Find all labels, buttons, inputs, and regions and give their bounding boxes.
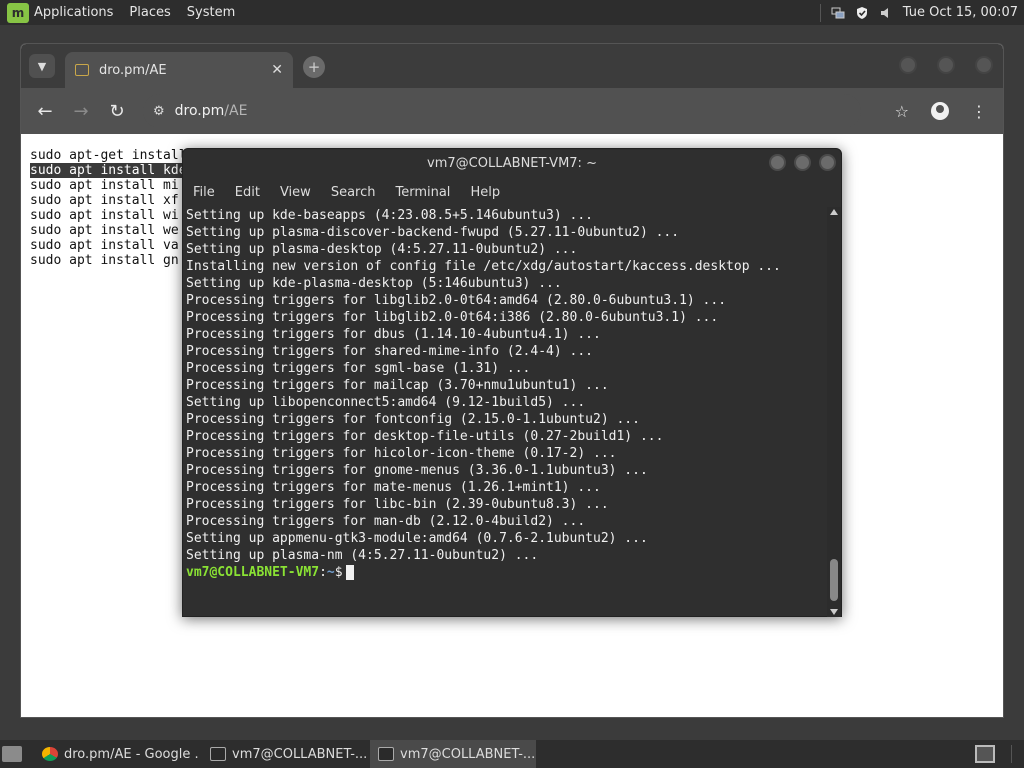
taskbar-item-label: vm7@COLLABNET-... [232, 746, 368, 762]
chrome-icon [42, 747, 58, 761]
bookmark-star-icon[interactable]: ☆ [895, 102, 909, 121]
menu-kebab-icon[interactable]: ⋮ [971, 102, 987, 121]
scroll-down-arrow-icon[interactable] [830, 609, 838, 615]
terminal-line: Processing triggers for mailcap (3.70+nm… [186, 378, 609, 393]
terminal-icon [210, 747, 226, 761]
minimize-button[interactable] [899, 56, 917, 74]
terminal-minimize-button[interactable] [769, 154, 786, 171]
menu-view[interactable]: View [280, 185, 311, 200]
terminal-line: Processing triggers for sgml-base (1.31)… [186, 361, 531, 376]
terminal-line: Processing triggers for libglib2.0-0t64:… [186, 293, 727, 308]
menu-search[interactable]: Search [331, 185, 376, 200]
terminal-line: Processing triggers for libglib2.0-0t64:… [186, 310, 719, 325]
address-bar[interactable]: ⚙ dro.pm/AE [143, 94, 861, 128]
terminal-line: Setting up plasma-desktop (4:5.27.11-0ub… [186, 242, 578, 257]
menu-places[interactable]: Places [129, 5, 170, 20]
mint-menu-icon[interactable]: m [7, 2, 29, 23]
prompt-path: ~ [326, 565, 335, 580]
top-panel: m Applications Places System Tue Oct 15,… [0, 0, 1024, 25]
show-desktop-icon[interactable] [2, 746, 22, 762]
terminal-close-button[interactable] [819, 154, 836, 171]
menu-applications[interactable]: Applications [34, 5, 113, 20]
terminal-line: Setting up kde-baseapps (4:23.08.5+5.146… [186, 208, 593, 223]
terminal-title: vm7@COLLABNET-VM7: ~ [427, 155, 597, 171]
terminal-prompt[interactable]: vm7@COLLABNET-VM7:~$ [186, 564, 826, 581]
terminal-icon [378, 747, 394, 761]
forward-arrow-icon[interactable]: → [63, 101, 99, 122]
tab-title: dro.pm/AE [99, 62, 167, 78]
volume-icon[interactable] [879, 6, 893, 20]
clock[interactable]: Tue Oct 15, 00:07 [903, 5, 1018, 20]
terminal-line: Setting up libopenconnect5:amd64 (9.12-1… [186, 395, 586, 410]
maximize-button[interactable] [937, 56, 955, 74]
menu-file[interactable]: File [193, 185, 215, 200]
browser-toolbar: ← → ↻ ⚙ dro.pm/AE ☆ ⋮ [21, 88, 1003, 134]
terminal-window: vm7@COLLABNET-VM7: ~ File Edit View Sear… [182, 148, 842, 617]
shield-icon[interactable] [855, 6, 869, 20]
panel-separator [1011, 745, 1012, 763]
terminal-line: Processing triggers for dbus (1.14.10-4u… [186, 327, 601, 342]
prompt-user: vm7@COLLABNET-VM7 [186, 565, 320, 580]
network-icon[interactable] [831, 6, 845, 20]
taskbar-item-terminal-active[interactable]: vm7@COLLABNET-... [370, 740, 536, 768]
scroll-up-arrow-icon[interactable] [830, 209, 838, 215]
terminal-line: Processing triggers for libc-bin (2.39-0… [186, 497, 609, 512]
terminal-scrollbar[interactable] [827, 207, 841, 617]
browser-tab[interactable]: dro.pm/AE ✕ [65, 52, 293, 88]
terminal-line: Processing triggers for gnome-menus (3.3… [186, 463, 648, 478]
menu-help[interactable]: Help [470, 185, 500, 200]
menu-edit[interactable]: Edit [235, 185, 260, 200]
taskbar-item-browser[interactable]: dro.pm/AE - Google ... [34, 740, 200, 768]
terminal-line: Setting up appmenu-gtk3-module:amd64 (0.… [186, 531, 648, 546]
terminal-maximize-button[interactable] [794, 154, 811, 171]
close-window-button[interactable] [975, 56, 993, 74]
terminal-line: Installing new version of config file /e… [186, 259, 781, 274]
terminal-menubar: File Edit View Search Terminal Help [183, 177, 841, 207]
terminal-line: Processing triggers for mate-menus (1.26… [186, 480, 601, 495]
terminal-titlebar[interactable]: vm7@COLLABNET-VM7: ~ [183, 149, 841, 177]
close-tab-icon[interactable]: ✕ [271, 62, 283, 78]
site-info-icon[interactable]: ⚙ [153, 104, 165, 119]
back-arrow-icon[interactable]: ← [27, 101, 63, 122]
terminal-line: Processing triggers for hicolor-icon-the… [186, 446, 617, 461]
prompt-symbol: $ [334, 565, 343, 580]
terminal-line: Setting up kde-plasma-desktop (5:146ubun… [186, 276, 562, 291]
terminal-line: Processing triggers for fontconfig (2.15… [186, 412, 640, 427]
prompt-separator: : [319, 565, 327, 580]
folder-favicon-icon [75, 64, 89, 76]
taskbar-item-terminal[interactable]: vm7@COLLABNET-... [202, 740, 368, 768]
workspace-switcher[interactable] [975, 745, 995, 763]
url-path: /AE [224, 103, 248, 119]
text-cursor [345, 565, 354, 580]
taskbar-item-label: dro.pm/AE - Google ... [64, 746, 200, 762]
taskbar-item-label: vm7@COLLABNET-... [400, 746, 536, 762]
menu-system[interactable]: System [187, 5, 235, 20]
terminal-output[interactable]: Setting up kde-baseapps (4:23.08.5+5.146… [183, 207, 829, 617]
terminal-line: Setting up plasma-discover-backend-fwupd… [186, 225, 680, 240]
url-host: dro.pm [174, 103, 225, 119]
menu-terminal[interactable]: Terminal [395, 185, 450, 200]
terminal-line: Setting up plasma-nm (4:5.27.11-0ubuntu2… [186, 548, 539, 563]
terminal-line: Processing triggers for shared-mime-info… [186, 344, 593, 359]
panel-separator [819, 3, 821, 22]
new-tab-button[interactable]: + [303, 56, 325, 78]
scrollbar-thumb[interactable] [830, 559, 838, 601]
reload-icon[interactable]: ↻ [99, 101, 135, 122]
terminal-line: Processing triggers for desktop-file-uti… [186, 429, 664, 444]
tab-strip: ▼ dro.pm/AE ✕ + [21, 44, 1003, 88]
profile-avatar-icon[interactable] [931, 102, 949, 120]
terminal-line: Processing triggers for man-db (2.12.0-4… [186, 514, 586, 529]
page-line-selected[interactable]: sudo apt install kde [30, 163, 187, 178]
bottom-panel: dro.pm/AE - Google ... vm7@COLLABNET-...… [0, 740, 1024, 768]
tab-search-button[interactable]: ▼ [29, 54, 55, 78]
